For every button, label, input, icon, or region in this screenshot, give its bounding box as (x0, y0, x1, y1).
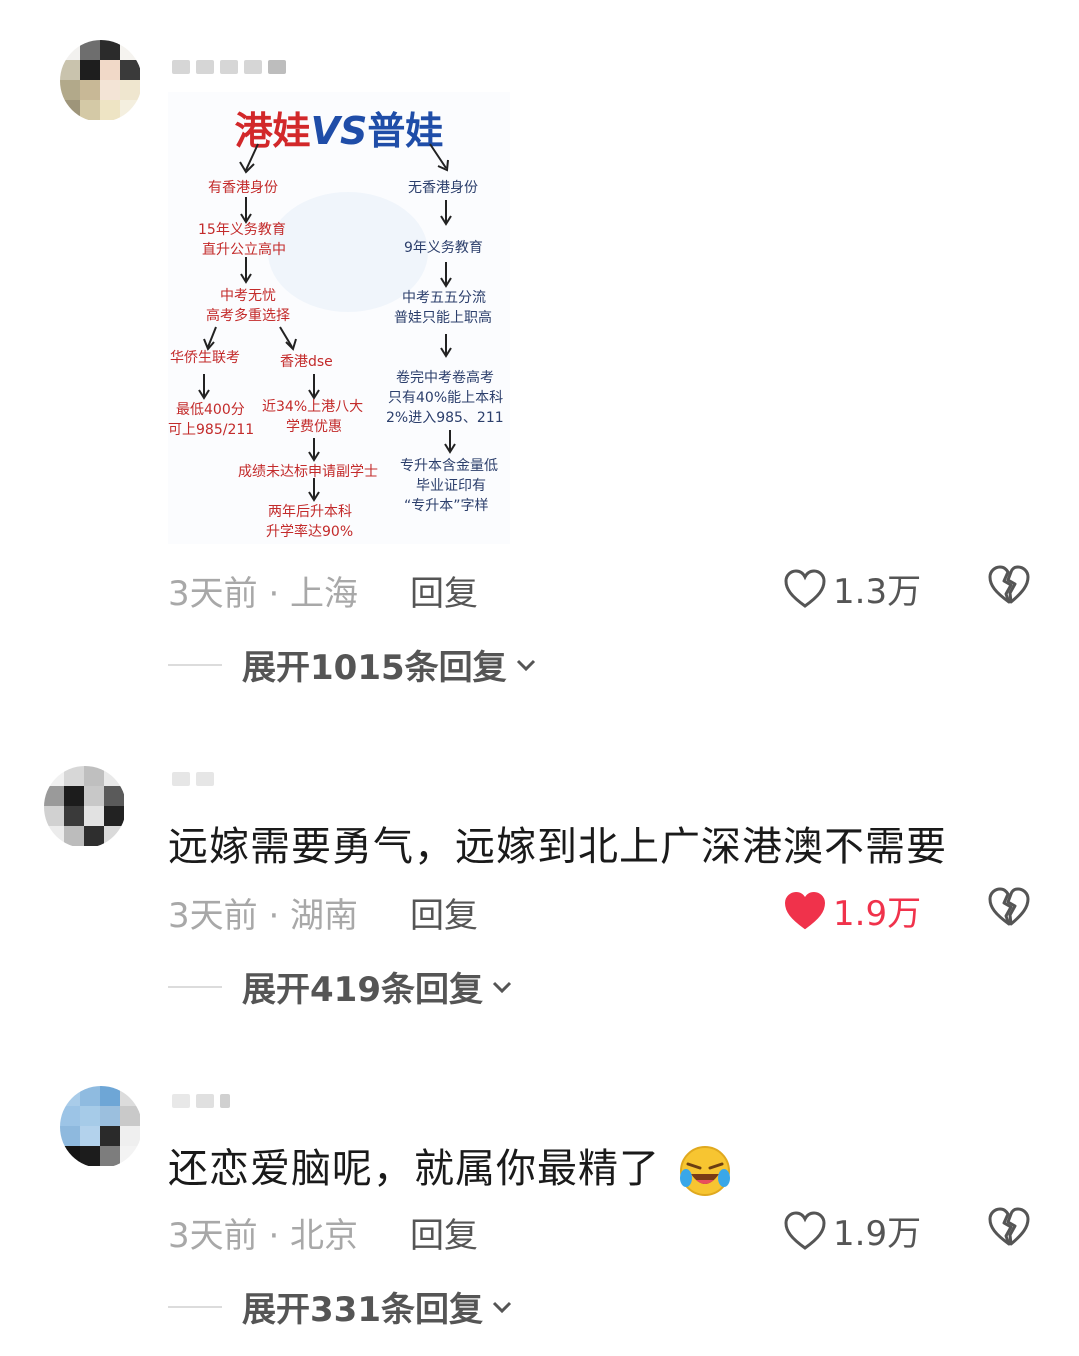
dislike-button[interactable] (987, 564, 1031, 610)
like-count: 1.9万 (833, 1214, 922, 1254)
expand-replies-button[interactable]: 展开419条回复 (168, 962, 513, 1011)
image-node: 直升公立高中 (202, 242, 286, 258)
expand-replies-label: 展开419条回复 (242, 970, 483, 1010)
expand-replies-button[interactable]: 展开1015条回复 (168, 640, 537, 689)
expand-replies-label: 展开1015条回复 (242, 648, 507, 688)
divider-line (168, 1305, 222, 1308)
image-node: 15年义务教育 (198, 222, 286, 238)
image-node: 中考无忧 (220, 288, 276, 304)
image-node: 华侨生联考 (170, 350, 240, 366)
image-node: 专升本含金量低 (400, 458, 498, 474)
reply-button[interactable]: 回复 (410, 1208, 478, 1257)
avatar[interactable] (60, 1086, 142, 1168)
image-node: 2%进入985、211 (386, 410, 504, 426)
image-node: 只有40%能上本科 (388, 390, 504, 406)
expand-replies-label: 展开331条回复 (242, 1290, 483, 1330)
image-node: 近34%上港八大 (262, 399, 364, 415)
reply-button[interactable]: 回复 (410, 566, 478, 615)
image-node: 学费优惠 (286, 419, 342, 435)
crying-laughing-emoji-icon (679, 1146, 730, 1196)
reply-button[interactable]: 回复 (410, 888, 478, 937)
username-blurred[interactable] (172, 60, 286, 78)
avatar[interactable] (60, 40, 142, 122)
image-node: 中考五五分流 (402, 290, 486, 306)
image-node: “专升本”字样 (404, 498, 489, 514)
image-node: 高考多重选择 (206, 308, 290, 324)
image-node: 卷完中考卷高考 (396, 370, 494, 386)
dislike-button[interactable] (987, 886, 1031, 932)
like-button[interactable]: 1.9万 (783, 1206, 921, 1255)
divider-line (168, 985, 222, 988)
image-node: 两年后升本科 (268, 504, 352, 520)
like-button[interactable]: 1.9万 (783, 886, 921, 935)
image-node: 最低400分 (176, 402, 245, 418)
image-node: 香港dse (280, 354, 333, 370)
chevron-down-icon (492, 981, 512, 993)
username-blurred[interactable] (172, 772, 214, 790)
image-node: 可上985/211 (168, 422, 255, 438)
image-node: 毕业证印有 (416, 478, 486, 494)
heart-filled-icon (784, 891, 826, 929)
comment-time-location: 3天前 · 湖南 (168, 896, 359, 936)
image-node: 升学率达90% (266, 524, 354, 540)
like-button[interactable]: 1.3万 (783, 564, 921, 613)
comment-text: 远嫁需要勇气，远嫁到北上广深港澳不需要 (168, 824, 947, 870)
comment-time-location: 3天前 · 上海 (168, 574, 359, 614)
image-node: 有香港身份 (208, 180, 278, 196)
image-node: 无香港身份 (408, 180, 478, 196)
chevron-down-icon (516, 659, 535, 671)
avatar[interactable] (44, 766, 126, 848)
heart-outline-icon (784, 1210, 826, 1250)
expand-replies-button[interactable]: 展开331条回复 (168, 1282, 513, 1331)
image-node: 普娃只能上职高 (394, 310, 492, 326)
like-count: 1.9万 (833, 894, 922, 934)
username-blurred[interactable] (172, 1094, 230, 1112)
image-node: 成绩未达标申请副学士 (238, 464, 378, 480)
like-count: 1.3万 (833, 572, 922, 612)
broken-heart-icon (988, 1207, 1030, 1246)
comment-image[interactable]: 港娃VS普娃 有香港身份 15年义务教育 直升公立高中 中考无忧 高考多重选择 … (168, 92, 510, 544)
chevron-down-icon (492, 1301, 512, 1313)
comment-time-location: 3天前 · 北京 (168, 1216, 359, 1256)
comment-text-content: 还恋爱脑呢，就属你最精了 (168, 1146, 660, 1192)
broken-heart-icon (988, 565, 1030, 604)
broken-heart-icon (988, 887, 1030, 926)
image-node: 9年义务教育 (404, 240, 483, 256)
divider-line (168, 663, 222, 666)
dislike-button[interactable] (987, 1206, 1031, 1252)
heart-outline-icon (784, 568, 826, 608)
comment-text: 还恋爱脑呢，就属你最精了 (168, 1136, 732, 1198)
